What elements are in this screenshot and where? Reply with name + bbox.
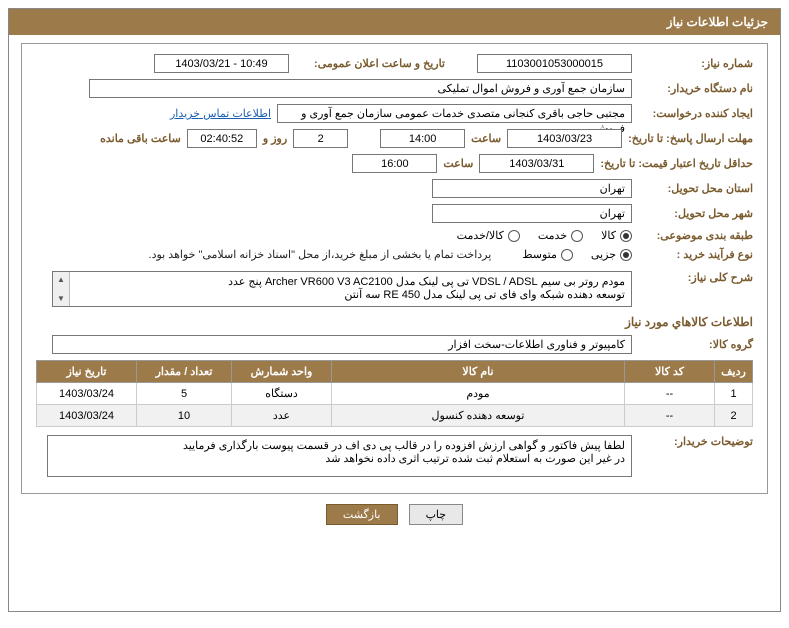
th-code: کد کالا [625, 361, 715, 383]
label-buyer-notes: توضیحات خریدار: [638, 435, 753, 448]
cell-name: توسعه دهنده کنسول [332, 405, 625, 427]
price-valid-hour-field: 16:00 [352, 154, 437, 173]
buyer-notes-line-1: لطفا پیش فاکتور و گواهی ارزش افزوده را د… [54, 439, 625, 452]
response-hour-field: 14:00 [380, 129, 465, 148]
th-unit: واحد شمارش [232, 361, 332, 383]
cell-date: 1403/03/24 [37, 383, 137, 405]
radio-goods-label: کالا [601, 229, 616, 242]
page-title: جزئیات اطلاعات نیاز [9, 9, 780, 35]
print-button[interactable]: چاپ [409, 504, 464, 525]
radio-service[interactable]: خدمت [538, 229, 583, 242]
scroll-down-icon[interactable]: ▼ [54, 291, 69, 306]
label-price-validity: حداقل تاریخ اعتبار قیمت: تا تاریخ: [600, 157, 753, 170]
label-requester: ایجاد کننده درخواست: [638, 107, 753, 120]
radio-icon [571, 230, 583, 242]
items-table: رديف کد کالا نام کالا واحد شمارش تعداد /… [36, 360, 753, 427]
radio-service-label: خدمت [538, 229, 567, 242]
remain-days-field: 2 [293, 129, 348, 148]
label-province: استان محل تحویل: [638, 182, 753, 195]
main-panel: شماره نیاز: 1103001053000015 تاریخ و ساع… [21, 43, 768, 494]
label-goods-group: گروه کالا: [638, 338, 753, 351]
label-announce-dt: تاریخ و ساعت اعلان عمومی: [295, 57, 445, 70]
radio-partial[interactable]: جزیی [591, 248, 632, 261]
buyer-notes-textarea[interactable]: لطفا پیش فاکتور و گواهی ارزش افزوده را د… [47, 435, 632, 477]
th-row: رديف [715, 361, 753, 383]
th-qty: تعداد / مقدار [137, 361, 232, 383]
cell-date: 1403/03/24 [37, 405, 137, 427]
scroll-up-icon[interactable]: ▲ [54, 272, 69, 287]
th-name: نام کالا [332, 361, 625, 383]
label-hour-2: ساعت [443, 157, 473, 170]
cell-n: 1 [715, 383, 753, 405]
radio-medium[interactable]: متوسط [522, 248, 573, 261]
cell-n: 2 [715, 405, 753, 427]
label-summary: شرح کلی نیاز: [638, 271, 753, 284]
label-city: شهر محل تحویل: [638, 207, 753, 220]
label-response-deadline: مهلت ارسال پاسخ: تا تاریخ: [628, 132, 753, 145]
cell-unit: دستگاه [232, 383, 332, 405]
cell-code: -- [625, 383, 715, 405]
label-day-and: روز و [263, 132, 287, 145]
radio-icon [620, 230, 632, 242]
table-row: 1 -- مودم دستگاه 5 1403/03/24 [37, 383, 753, 405]
summary-line-1: مودم روتر بی سیم VDSL / ADSL تی پی لینک … [76, 275, 625, 288]
price-valid-date-field: 1403/03/31 [479, 154, 594, 173]
buyer-notes-line-2: در غیر این صورت به استعلام ثبت شده ترتیب… [54, 452, 625, 465]
radio-goods-service[interactable]: کالا/خدمت [457, 229, 520, 242]
radio-goods[interactable]: کالا [601, 229, 632, 242]
th-date: تاريخ نياز [37, 361, 137, 383]
radio-partial-label: جزیی [591, 248, 616, 261]
goods-group-field: کامپیوتر و فناوری اطلاعات-سخت افزار [52, 335, 632, 354]
radio-icon [561, 249, 573, 261]
table-row: 2 -- توسعه دهنده کنسول عدد 10 1403/03/24 [37, 405, 753, 427]
radio-icon [508, 230, 520, 242]
buyer-contact-link[interactable]: اطلاعات تماس خریدار [170, 107, 271, 120]
back-button[interactable]: بازگشت [326, 504, 398, 525]
label-need-no: شماره نیاز: [638, 57, 753, 70]
need-no-field: 1103001053000015 [477, 54, 632, 73]
radio-icon [620, 249, 632, 261]
city-field: تهران [432, 204, 632, 223]
response-date-field: 1403/03/23 [507, 129, 622, 148]
label-buyer-org: نام دستگاه خریدار: [638, 82, 753, 95]
cell-unit: عدد [232, 405, 332, 427]
cell-qty: 5 [137, 383, 232, 405]
label-subject-class: طبقه بندی موضوعی: [638, 229, 753, 242]
label-hour-1: ساعت [471, 132, 501, 145]
cell-qty: 10 [137, 405, 232, 427]
province-field: تهران [432, 179, 632, 198]
summary-line-2: توسعه دهنده شبکه وای فای تی پی لینک مدل … [76, 288, 625, 301]
radio-medium-label: متوسط [522, 248, 557, 261]
requester-field: مجتبی حاجی باقری کنجانی متصدی خدمات عموم… [277, 104, 632, 123]
radio-goods-service-label: کالا/خدمت [457, 229, 504, 242]
buyer-org-field: سازمان جمع آوری و فروش اموال تملیکی [89, 79, 632, 98]
announce-dt-field: 1403/03/21 - 10:49 [154, 54, 289, 73]
label-remaining: ساعت باقی مانده [100, 132, 181, 145]
remain-clock-field: 02:40:52 [187, 129, 257, 148]
items-section-head: اطلاعات کالاهاي مورد نياز [36, 315, 753, 329]
cell-name: مودم [332, 383, 625, 405]
summary-textarea[interactable]: مودم روتر بی سیم VDSL / ADSL تی پی لینک … [52, 271, 632, 307]
label-purchase-type: نوع فرآیند خرید : [638, 248, 753, 261]
cell-code: -- [625, 405, 715, 427]
treasury-note: پرداخت تمام یا بخشی از مبلغ خرید،از محل … [149, 248, 492, 261]
scrollbar[interactable]: ▲ ▼ [53, 272, 70, 306]
